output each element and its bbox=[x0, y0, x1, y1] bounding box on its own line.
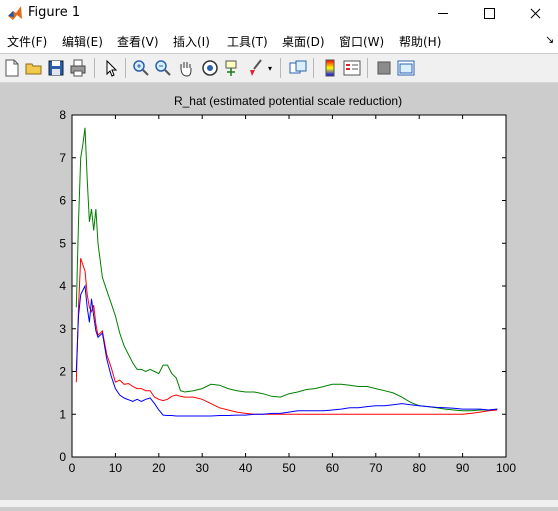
y-tick-label: 3 bbox=[59, 322, 66, 336]
close-button[interactable] bbox=[512, 0, 558, 27]
data-cursor-icon[interactable] bbox=[223, 58, 243, 78]
x-tick-label: 20 bbox=[152, 461, 166, 475]
menu-window[interactable]: 窗口(W) bbox=[339, 33, 384, 50]
y-tick-label: 2 bbox=[59, 365, 66, 379]
toolbar-separator bbox=[280, 58, 281, 78]
rotate-3d-icon[interactable] bbox=[200, 58, 220, 78]
title-bar: Figure 1 bbox=[0, 0, 558, 27]
show-plot-tools-icon[interactable] bbox=[396, 58, 416, 78]
x-tick-label: 50 bbox=[282, 461, 296, 475]
figure-canvas: R_hat (estimated potential scale reducti… bbox=[0, 83, 558, 507]
brush-icon[interactable] bbox=[246, 58, 266, 78]
y-tick-label: 6 bbox=[59, 194, 66, 208]
y-tick-label: 0 bbox=[59, 450, 66, 464]
legend-icon[interactable] bbox=[342, 58, 362, 78]
x-tick-label: 90 bbox=[456, 461, 470, 475]
status-strip bbox=[0, 500, 558, 507]
x-tick-label: 0 bbox=[69, 461, 76, 475]
toolbar-separator bbox=[367, 58, 368, 78]
menu-desktop[interactable]: 桌面(D) bbox=[282, 33, 325, 50]
x-tick-label: 10 bbox=[109, 461, 123, 475]
y-tick-label: 7 bbox=[59, 151, 66, 165]
y-tick-label: 4 bbox=[59, 279, 66, 293]
pointer-icon[interactable] bbox=[101, 58, 121, 78]
y-tick-label: 1 bbox=[59, 407, 66, 421]
save-icon[interactable] bbox=[46, 58, 66, 78]
print-icon[interactable] bbox=[68, 58, 88, 78]
chart-title: R_hat (estimated potential scale reducti… bbox=[174, 94, 402, 108]
menu-view[interactable]: 查看(V) bbox=[117, 33, 159, 50]
menu-overflow-arrow-icon[interactable]: ↘ bbox=[545, 33, 554, 46]
x-tick-label: 80 bbox=[413, 461, 427, 475]
menu-bar: 文件(F) 编辑(E) 查看(V) 插入(I) 工具(T) 桌面(D) 窗口(W… bbox=[0, 27, 558, 53]
x-tick-label: 70 bbox=[369, 461, 383, 475]
menu-insert[interactable]: 插入(I) bbox=[173, 33, 210, 50]
new-figure-icon[interactable] bbox=[2, 58, 22, 78]
brush-dropdown-icon[interactable]: ▾ bbox=[268, 64, 272, 73]
window-title: Figure 1 bbox=[28, 5, 81, 20]
menu-help[interactable]: 帮助(H) bbox=[399, 33, 441, 50]
y-tick-label: 5 bbox=[59, 236, 66, 250]
figure-toolbar: ▾ bbox=[0, 54, 558, 83]
x-tick-label: 60 bbox=[326, 461, 340, 475]
menu-file[interactable]: 文件(F) bbox=[7, 33, 47, 50]
toolbar-separator bbox=[94, 58, 95, 78]
zoom-out-icon[interactable] bbox=[153, 58, 173, 78]
x-tick-label: 30 bbox=[196, 461, 210, 475]
colorbar-icon[interactable] bbox=[320, 58, 340, 78]
zoom-in-icon[interactable] bbox=[131, 58, 151, 78]
matlab-icon bbox=[7, 5, 23, 21]
menu-tools[interactable]: 工具(T) bbox=[227, 33, 268, 50]
toolbar-separator bbox=[125, 58, 126, 78]
y-tick-label: 8 bbox=[59, 108, 66, 122]
plot-area[interactable] bbox=[71, 114, 507, 458]
menu-edit[interactable]: 编辑(E) bbox=[62, 33, 103, 50]
open-icon[interactable] bbox=[24, 58, 44, 78]
rhat-line-chart: R_hat (estimated potential scale reducti… bbox=[59, 94, 516, 475]
minimize-button[interactable] bbox=[420, 0, 466, 27]
hide-plot-tools-icon[interactable] bbox=[374, 58, 394, 78]
maximize-button[interactable] bbox=[466, 0, 512, 27]
x-tick-label: 100 bbox=[496, 461, 516, 475]
link-plot-icon[interactable] bbox=[288, 58, 308, 78]
toolbar-separator bbox=[313, 58, 314, 78]
pan-icon[interactable] bbox=[176, 58, 196, 78]
x-tick-label: 40 bbox=[239, 461, 253, 475]
